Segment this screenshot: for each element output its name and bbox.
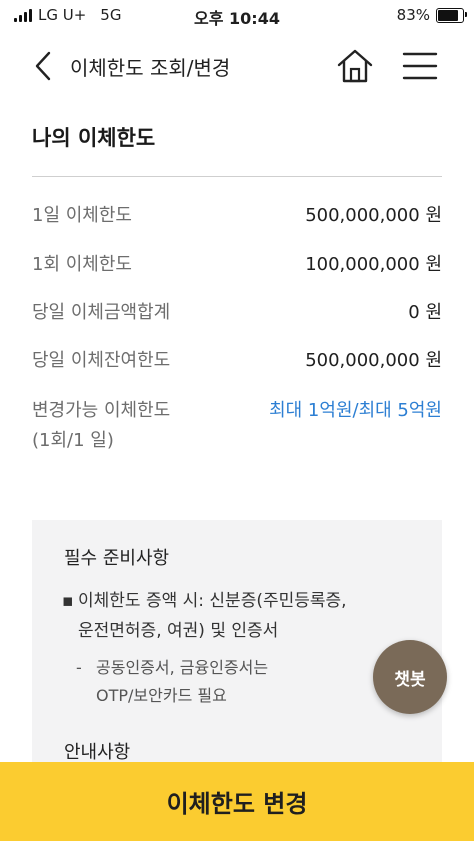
battery-percent: 83% (396, 6, 430, 24)
notice-bullet-line2: 운전면허증, 여권) 및 인증서 (78, 621, 279, 641)
change-limit-button-label: 이체한도 변경 (166, 790, 308, 818)
notice-bullet: ▪ 이체한도 증액 시: 신분증(주민등록증, 운전면허증, 여권) 및 인증서 (62, 586, 347, 646)
row-value: 0 원 (408, 302, 442, 323)
notice-sub-line2: OTP/보안카드 필요 (96, 686, 227, 705)
changeable-limit-label-line2: (1회/1 일) (32, 430, 114, 451)
bullet-icon: ▪ (62, 591, 74, 611)
changeable-limit-label-line1: 변경가능 이체한도 (32, 400, 171, 421)
row-label: 당일 이체금액합계 (32, 302, 171, 323)
limit-row-per-transfer: 1회 이체한도 100,000,000 원 (32, 250, 442, 280)
changeable-limit-value: 최대 1억원/최대 5억원 (269, 400, 442, 421)
limit-row-today-remaining: 당일 이체잔여한도 500,000,000 원 (32, 346, 442, 376)
change-limit-button[interactable]: 이체한도 변경 (0, 762, 474, 841)
dash-icon: - (76, 658, 82, 677)
changeable-limit-label: 변경가능 이체한도 (1회/1 일) (32, 396, 170, 456)
notice-sub-item: - 공동인증서, 금융인증서는 OTP/보안카드 필요 (76, 654, 268, 710)
home-icon (337, 49, 373, 83)
row-value: 500,000,000 원 (305, 350, 442, 371)
notice-bullet-line1: 이체한도 증액 시: 신분증(주민등록증, (78, 591, 347, 611)
back-button[interactable] (30, 50, 60, 82)
guide-title: 안내사항 (64, 742, 131, 763)
page-title: 이체한도 조회/변경 (70, 56, 231, 80)
chatbot-button[interactable]: 챗봇 (373, 640, 447, 714)
hamburger-menu-icon (402, 52, 438, 80)
row-label: 1일 이체한도 (32, 205, 132, 226)
limit-row-today-total: 당일 이체금액합계 0 원 (32, 298, 442, 328)
row-label: 당일 이체잔여한도 (32, 350, 171, 371)
status-right: 83% (396, 6, 467, 24)
section-title: 나의 이체한도 (32, 126, 156, 150)
menu-button[interactable] (402, 50, 438, 82)
back-arrow-icon (35, 51, 51, 81)
status-bar: LG U+ 5G 오후 10:44 83% (0, 0, 474, 32)
row-value: 500,000,000 원 (305, 205, 442, 226)
app-header: 이체한도 조회/변경 (0, 40, 474, 92)
section-divider (32, 176, 442, 177)
notice-title: 필수 준비사항 (64, 548, 170, 569)
home-button[interactable] (336, 48, 374, 84)
row-value: 100,000,000 원 (305, 254, 442, 275)
limit-row-daily: 1일 이체한도 500,000,000 원 (32, 201, 442, 231)
battery-icon (436, 7, 467, 23)
notice-sub-line1: 공동인증서, 금융인증서는 (96, 658, 269, 677)
chatbot-label: 챗봇 (394, 669, 426, 690)
row-label: 1회 이체한도 (32, 254, 132, 275)
